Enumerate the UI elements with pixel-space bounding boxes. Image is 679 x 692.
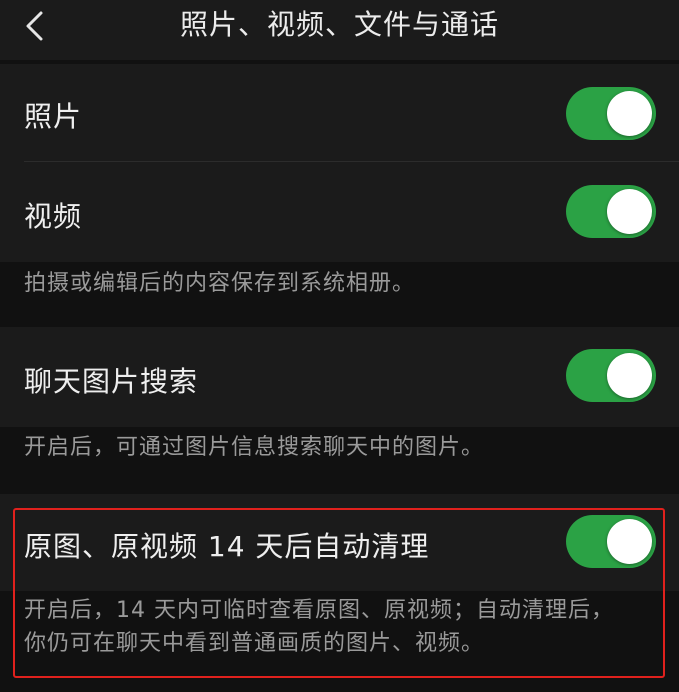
auto-clean-label: 原图、原视频 14 天后自动清理 [24,530,430,563]
chat-image-search-note: 开启后，可通过图片信息搜索聊天中的图片。 [24,435,485,460]
toggle-knob [607,353,652,398]
settings-screen: 照片、视频、文件与通话 照片 视频 拍摄或编辑后的内容保存到系统相册。 聊天图片… [0,0,679,692]
photos-toggle[interactable] [566,87,656,140]
auto-clean-toggle[interactable] [566,515,656,568]
chat-image-search-label: 聊天图片搜索 [24,365,199,398]
save-to-album-note: 拍摄或编辑后的内容保存到系统相册。 [24,271,416,296]
auto-clean-note: 开启后，14 天内可临时查看原图、原视频；自动清理后， 你仍可在聊天中看到普通画… [24,594,659,660]
toggle-knob [607,91,652,136]
chat-image-search-toggle[interactable] [566,349,656,402]
photos-label: 照片 [24,100,83,133]
videos-label: 视频 [24,200,83,233]
videos-toggle[interactable] [566,185,656,238]
navigation-bar: 照片、视频、文件与通话 [0,0,679,60]
setting-row-chat-image-search: 聊天图片搜索 [0,327,679,427]
auto-clean-note-line-2: 你仍可在聊天中看到普通画质的图片、视频。 [24,631,485,656]
toggle-knob [607,189,652,234]
toggle-knob [607,519,652,564]
setting-row-photos: 照片 [0,64,679,162]
page-title: 照片、视频、文件与通话 [179,8,499,41]
setting-row-auto-clean: 原图、原视频 14 天后自动清理 [0,494,679,591]
auto-clean-note-line-1: 开启后，14 天内可临时查看原图、原视频；自动清理后， [24,598,614,623]
setting-row-videos: 视频 [0,162,679,262]
